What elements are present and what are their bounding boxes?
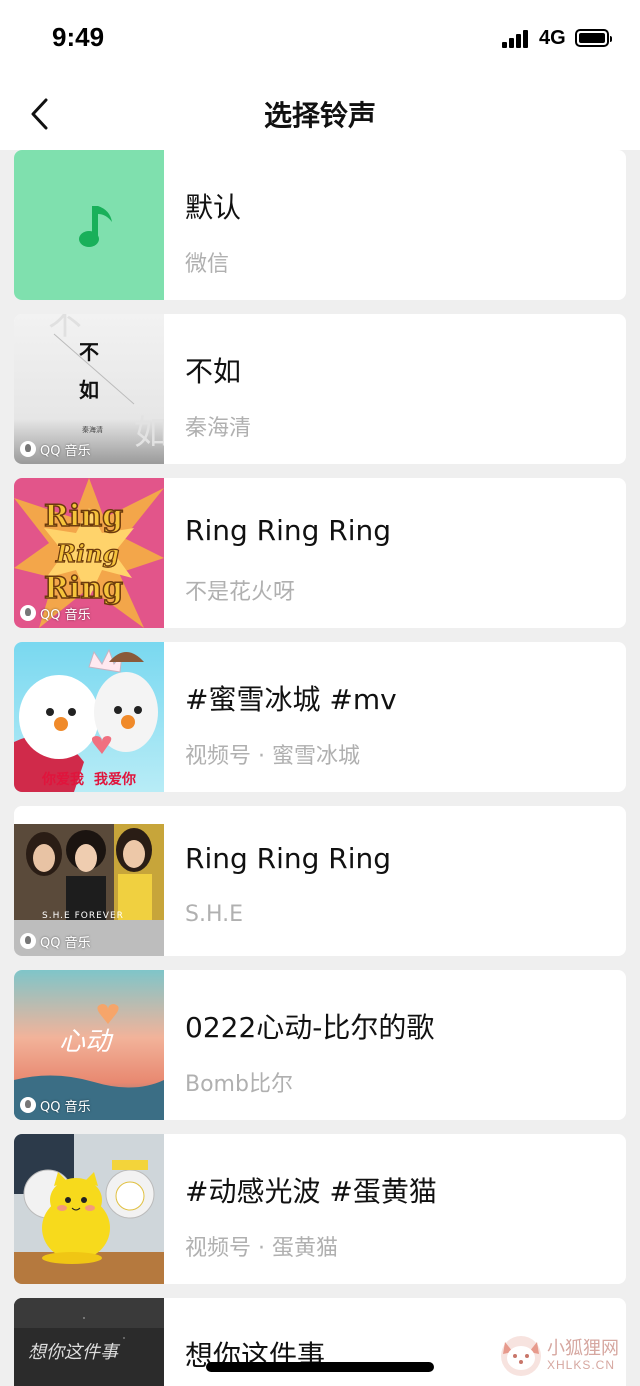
qq-music-icon	[20, 441, 36, 457]
cover-text: 如	[79, 378, 99, 402]
site-watermark: 小狐狸网 XHLKS.CN	[497, 1330, 637, 1380]
ringtone-item-buru[interactable]: 不 如 不 如 秦海清 QQ 音乐 不如 秦海清	[14, 314, 626, 464]
ringtone-item-ringringring[interactable]: Ring Ring Ring QQ 音乐 Ring Ring Ring 不是花火…	[14, 478, 626, 628]
battery-full-icon	[575, 29, 612, 47]
ringtone-item-she[interactable]: S.H.E FOREVER QQ 音乐 Ring Ring Ring S.H.E	[14, 806, 626, 956]
video-cover	[14, 1134, 164, 1284]
video-cover: 你爱我 我爱你	[14, 642, 164, 792]
status-bar: 9:49 4G	[0, 0, 640, 78]
cover-text: 想你这件事	[28, 1342, 121, 1363]
ringtone-item-mixue[interactable]: 你爱我 我爱你 #蜜雪冰城 #mv 视频号 · 蜜雪冰城	[14, 642, 626, 792]
home-indicator[interactable]	[206, 1362, 434, 1372]
ringtone-subtitle: Bomb比尔	[185, 1072, 293, 1097]
qq-music-icon	[20, 605, 36, 621]
cover-text: Ring	[44, 571, 123, 606]
ringtone-title: Ring Ring Ring	[185, 514, 392, 547]
qq-music-icon	[20, 1097, 36, 1113]
ringtone-subtitle: 微信	[185, 252, 230, 277]
cover-text: Ring	[55, 539, 119, 568]
qq-music-badge: QQ 音乐	[20, 932, 91, 951]
cover-text: 秦海清	[82, 425, 103, 434]
signal-bars-icon	[502, 30, 532, 48]
ringtone-subtitle: 秦海清	[185, 416, 252, 441]
page-title: 选择铃声	[263, 99, 376, 132]
ringtone-list[interactable]: 默认 微信 不 如 不 如 秦海清 QQ 音乐 不如 秦海清 Ring Ring…	[14, 150, 626, 1386]
ringtone-subtitle: 视频号 · 蛋黄猫	[185, 1236, 338, 1261]
ringtone-item-default[interactable]: 默认 微信	[14, 150, 626, 300]
ringtone-title: #动感光波 #蛋黄猫	[185, 1175, 437, 1208]
qq-music-badge: QQ 音乐	[20, 1096, 91, 1115]
ringtone-item-xindong[interactable]: 心动 QQ 音乐 0222心动-比尔的歌 Bomb比尔	[14, 970, 626, 1120]
nav-bar: 选择铃声	[0, 78, 640, 150]
status-time: 9:49	[52, 22, 105, 52]
network-type: 4G	[539, 27, 566, 49]
album-cover: S.H.E FOREVER QQ 音乐	[14, 806, 164, 956]
cover-text: 心动	[59, 1027, 114, 1057]
svg-text:如: 如	[134, 413, 164, 453]
watermark-name: 小狐狸网	[547, 1338, 619, 1359]
cover-text: Ring	[44, 499, 123, 534]
ringtone-title: #蜜雪冰城 #mv	[185, 683, 397, 716]
ringtone-item-danhuangmao[interactable]: #动感光波 #蛋黄猫 视频号 · 蛋黄猫	[14, 1134, 626, 1284]
ringtone-title: 不如	[185, 355, 242, 388]
ringtone-title: 默认	[185, 191, 242, 224]
qq-music-badge: QQ 音乐	[20, 440, 91, 459]
cover-text: 你爱我	[41, 771, 84, 788]
ringtone-title: 0222心动-比尔的歌	[185, 1011, 435, 1044]
qq-music-icon	[20, 933, 36, 949]
music-note-icon	[79, 206, 112, 247]
cover-text: 不	[79, 340, 99, 364]
fox-logo-icon	[501, 1336, 541, 1376]
album-cover: Ring Ring Ring QQ 音乐	[14, 478, 164, 628]
album-cover: 想你这件事	[14, 1298, 164, 1386]
qq-music-badge: QQ 音乐	[20, 604, 91, 623]
ringtone-subtitle: 视频号 · 蜜雪冰城	[185, 744, 360, 769]
watermark-url: XHLKS.CN	[547, 1358, 616, 1372]
cover-text: S.H.E FOREVER	[42, 911, 124, 921]
ringtone-title: Ring Ring Ring	[185, 842, 392, 875]
album-cover: 不 如 不 如 秦海清 QQ 音乐	[14, 314, 164, 464]
cover-text: 我爱你	[94, 771, 136, 788]
ringtone-subtitle: S.H.E	[185, 902, 244, 927]
ringtone-thumb	[14, 150, 164, 300]
ringtone-subtitle: 不是花火呀	[185, 580, 296, 605]
album-cover: 心动 QQ 音乐	[14, 970, 164, 1120]
svg-text:不: 不	[48, 314, 82, 343]
